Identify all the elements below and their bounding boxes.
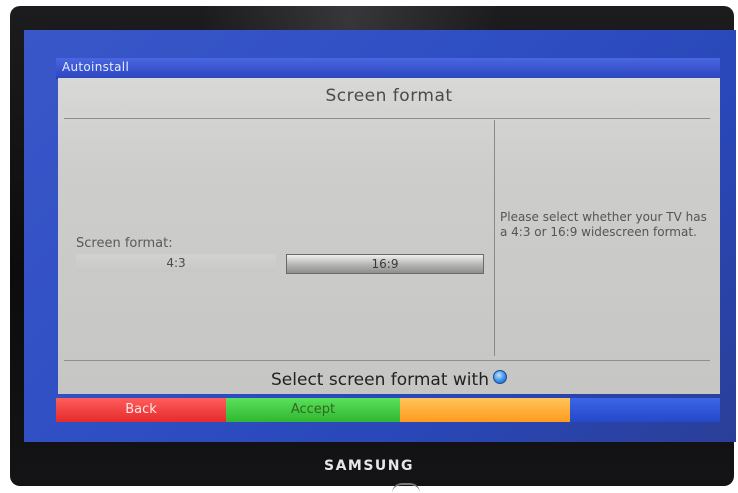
- help-text: Please select whether your TV has a 4:3 …: [500, 210, 707, 239]
- dialog-heading: Screen format: [325, 86, 453, 106]
- window-title: Autoinstall: [62, 60, 130, 74]
- dialog-panel: Screen format Screen format: 4:3 16:9 Pl…: [58, 78, 720, 394]
- photo: Autoinstall Screen format Screen format:…: [0, 0, 738, 492]
- yellow-key-button[interactable]: [400, 398, 570, 422]
- hint-text: Select screen format with: [271, 370, 489, 390]
- osd-window: Autoinstall Screen format Screen format:…: [56, 58, 720, 430]
- hint-line: Select screen format with: [58, 370, 720, 390]
- bezel-glare: [200, 6, 500, 32]
- option-4-3-button[interactable]: 4:3: [76, 254, 276, 272]
- top-divider: [64, 118, 710, 119]
- accept-button[interactable]: Accept: [226, 398, 400, 422]
- tv-screen: Autoinstall Screen format Screen format:…: [24, 30, 736, 442]
- window-titlebar: Autoinstall: [56, 58, 720, 79]
- blue-dot-icon: [492, 370, 507, 384]
- bottom-divider: [64, 360, 710, 361]
- tv-brand-logo: SAMSUNG: [323, 458, 414, 474]
- back-button[interactable]: Back: [56, 398, 226, 422]
- screen-format-label: Screen format:: [76, 236, 173, 251]
- blue-key-button[interactable]: [570, 398, 720, 422]
- option-16-9-button[interactable]: 16:9: [286, 254, 484, 274]
- color-key-bar: Back Accept: [56, 398, 720, 422]
- vertical-divider: [494, 120, 495, 356]
